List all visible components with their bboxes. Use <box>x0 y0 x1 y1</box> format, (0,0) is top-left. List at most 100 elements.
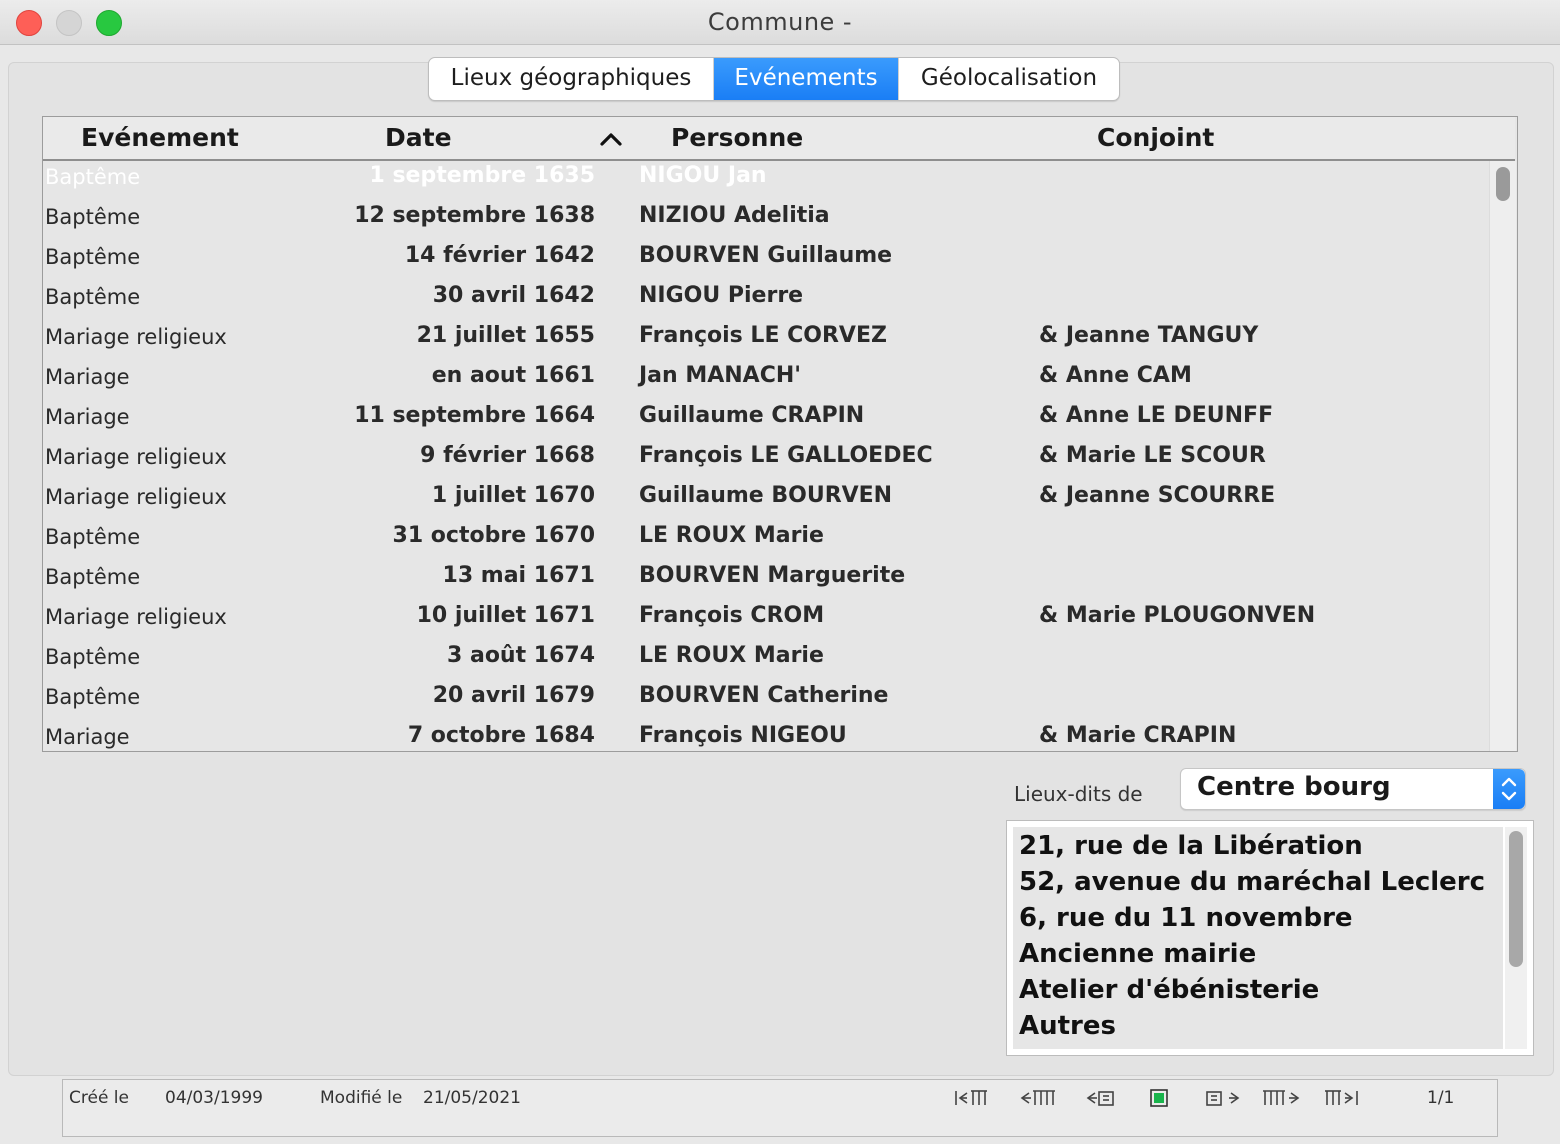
current-record-icon[interactable] <box>1145 1088 1185 1108</box>
person-cell: François NIGEOU <box>639 723 847 748</box>
table-scrollbar[interactable] <box>1489 161 1516 751</box>
lieux-dits-item[interactable]: Atelier d'ébénisterie <box>1019 975 1319 1005</box>
first-record-icon[interactable] <box>953 1088 993 1108</box>
spouse-cell: & Jeanne TANGUY <box>1039 323 1259 348</box>
lieux-dits-item[interactable]: 6, rue du 11 novembre <box>1019 903 1353 933</box>
person-cell: BOURVEN Catherine <box>639 683 889 708</box>
lieux-dits-item[interactable]: Autres <box>1019 1011 1116 1041</box>
table-row[interactable]: Baptême 1 septembre 1635 NIGOU Jan <box>43 161 1489 201</box>
table-row[interactable]: Baptême 13 mai 1671 BOURVEN Marguerite <box>43 561 1489 601</box>
select-arrows-icon[interactable] <box>1493 769 1525 809</box>
table-row[interactable]: Mariage religieux 21 juillet 1655 François… <box>43 321 1489 361</box>
event-cell: Mariage <box>45 725 130 749</box>
event-cell: Mariage religieux <box>45 325 227 349</box>
event-cell: Baptême <box>45 685 141 709</box>
event-cell: Baptême <box>45 205 141 229</box>
date-cell: 7 octobre 1684 <box>407 723 595 748</box>
person-cell: François LE GALLOEDEC <box>639 443 933 468</box>
person-cell: Guillaume CRAPIN <box>639 403 865 428</box>
next-record-icon[interactable] <box>1205 1088 1245 1108</box>
event-cell: Baptême <box>45 285 141 309</box>
table-row[interactable]: Baptême 12 septembre 1638 NIZIOU Adelitia <box>43 201 1489 241</box>
lieux-dits-item[interactable]: 21, rue de la Libération <box>1019 831 1363 861</box>
table-row[interactable]: Mariage 11 septembre 1664 Guillaume CRAPIN… <box>43 401 1489 441</box>
date-cell: 1 juillet 1670 <box>431 483 595 508</box>
person-cell: BOURVEN Guillaume <box>639 243 893 268</box>
date-cell: en aout 1661 <box>431 363 595 388</box>
lieux-dits-list[interactable]: 21, rue de la Libération 52, avenue du ma… <box>1006 820 1534 1056</box>
event-cell: Baptême <box>45 565 141 589</box>
modified-label: Modifié le <box>320 1088 403 1108</box>
lieux-dits-scrollbar[interactable] <box>1505 827 1527 1049</box>
lieux-dits-item[interactable]: 52, avenue du maréchal Leclerc <box>1019 867 1485 897</box>
person-cell: NIGOU Jan <box>639 163 767 188</box>
event-cell: Mariage religieux <box>45 445 227 469</box>
created-label: Créé le <box>69 1088 129 1108</box>
date-cell: 13 mai 1671 <box>442 563 595 588</box>
tab-lieux-geographiques[interactable]: Lieux géographiques <box>429 58 714 100</box>
tab-bar: Lieux géographiques Evénements Géolocali… <box>428 57 1120 101</box>
lieux-dits-items: 21, rue de la Libération 52, avenue du ma… <box>1013 827 1503 1049</box>
spouse-cell: & Marie LE SCOUR <box>1039 443 1266 468</box>
event-cell: Baptême <box>45 645 141 669</box>
column-header-personne[interactable]: Personne <box>671 123 803 152</box>
table-row[interactable]: Baptême 30 avril 1642 NIGOU Pierre <box>43 281 1489 321</box>
person-cell: François LE CORVEZ <box>639 323 887 348</box>
date-cell: 30 avril 1642 <box>432 283 595 308</box>
column-header-evenement[interactable]: Evénement <box>81 123 239 152</box>
event-cell: Mariage religieux <box>45 485 227 509</box>
table-row[interactable]: Mariage religieux 9 février 1668 François … <box>43 441 1489 481</box>
events-table: Evénement Date Personne Conjoint Baptême… <box>42 116 1518 752</box>
person-cell: LE ROUX Marie <box>639 643 824 668</box>
column-header-date[interactable]: Date <box>385 123 452 152</box>
sort-ascending-icon <box>600 133 622 146</box>
previous-record-icon[interactable] <box>1081 1088 1121 1108</box>
event-cell: Baptême <box>45 165 141 189</box>
window-title: Commune - <box>707 8 853 36</box>
spouse-cell: & Jeanne SCOURRE <box>1039 483 1276 508</box>
person-cell: LE ROUX Marie <box>639 523 824 548</box>
date-cell: 3 août 1674 <box>447 643 595 668</box>
modified-date: 21/05/2021 <box>423 1088 521 1108</box>
event-cell: Mariage <box>45 405 130 429</box>
title-bar: Commune - <box>0 0 1560 45</box>
status-bar: Créé le 04/03/1999 Modifié le 21/05/2021 <box>62 1079 1498 1137</box>
date-cell: 31 octobre 1670 <box>392 523 595 548</box>
table-row[interactable]: Mariage en aout 1661 Jan MANACH' & Anne CAM <box>43 361 1489 401</box>
date-cell: 14 février 1642 <box>404 243 595 268</box>
table-row[interactable]: Mariage religieux 1 juillet 1670 Guillaume… <box>43 481 1489 521</box>
table-row[interactable]: Mariage 7 octobre 1684 François NIGEOU & Ma… <box>43 721 1489 751</box>
event-cell: Baptême <box>45 245 141 269</box>
column-header-conjoint[interactable]: Conjoint <box>1097 123 1214 152</box>
table-row[interactable]: Mariage religieux 10 juillet 1671 François… <box>43 601 1489 641</box>
date-cell: 11 septembre 1664 <box>354 403 595 428</box>
tab-evenements[interactable]: Evénements <box>714 58 899 100</box>
lieux-dits-label: Lieux-dits de <box>1014 782 1143 806</box>
date-cell: 12 septembre 1638 <box>354 203 595 228</box>
date-cell: 9 février 1668 <box>420 443 595 468</box>
tab-geolocalisation[interactable]: Géolocalisation <box>899 58 1119 100</box>
previous-page-icon[interactable] <box>1017 1088 1057 1108</box>
lieux-dits-select[interactable]: Centre bourg <box>1180 768 1526 810</box>
lieux-dits-scrollbar-thumb[interactable] <box>1509 831 1523 967</box>
record-position: 1/1 <box>1427 1088 1455 1108</box>
created-date: 04/03/1999 <box>165 1088 263 1108</box>
lieux-dits-selected-value: Centre bourg <box>1197 772 1391 802</box>
person-cell: François CROM <box>639 603 825 628</box>
person-cell: NIZIOU Adelitia <box>639 203 830 228</box>
next-page-icon[interactable] <box>1263 1088 1303 1108</box>
date-cell: 20 avril 1679 <box>432 683 595 708</box>
table-scrollbar-thumb[interactable] <box>1496 167 1510 201</box>
event-cell: Mariage religieux <box>45 605 227 629</box>
spouse-cell: & Anne CAM <box>1039 363 1192 388</box>
table-row[interactable]: Baptême 31 octobre 1670 LE ROUX Marie <box>43 521 1489 561</box>
spouse-cell: & Anne LE DEUNFF <box>1039 403 1274 428</box>
table-row[interactable]: Baptême 3 août 1674 LE ROUX Marie <box>43 641 1489 681</box>
table-row[interactable]: Baptême 20 avril 1679 BOURVEN Catherine <box>43 681 1489 721</box>
table-row[interactable]: Baptême 14 février 1642 BOURVEN Guillaume <box>43 241 1489 281</box>
event-cell: Baptême <box>45 525 141 549</box>
lieux-dits-item[interactable]: Ancienne mairie <box>1019 939 1256 969</box>
last-record-icon[interactable] <box>1325 1088 1365 1108</box>
spouse-cell: & Marie CRAPIN <box>1039 723 1237 748</box>
date-cell: 1 septembre 1635 <box>369 163 596 188</box>
